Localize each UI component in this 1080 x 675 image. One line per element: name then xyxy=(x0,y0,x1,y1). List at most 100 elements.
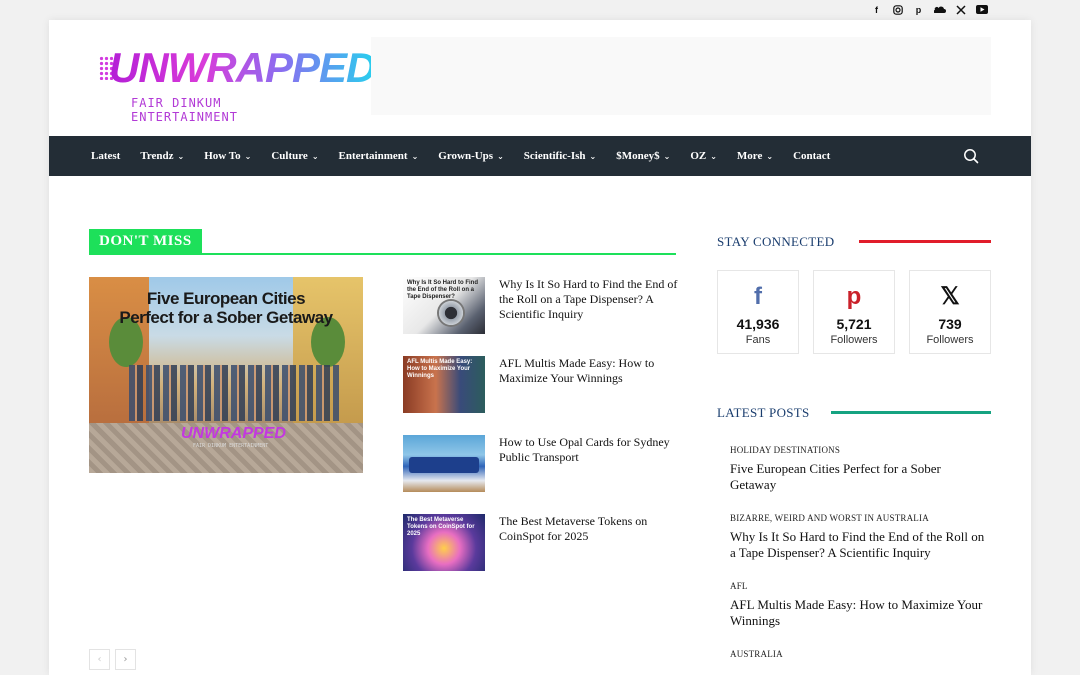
nav-item-culture[interactable]: Culture ⌄ xyxy=(271,150,318,162)
post-thumbnail[interactable]: AFL Multis Made Easy: How to Maximize Yo… xyxy=(403,356,485,413)
top-social-links: f p xyxy=(870,3,988,16)
social-counter-facebook[interactable]: f 41,936 Fans xyxy=(717,270,799,354)
list-item: BIZARRE, WEIRD AND WORST IN AUSTRALIA Why… xyxy=(730,513,990,561)
post-category-link[interactable]: AFL xyxy=(730,581,990,591)
nav-item-scientific-ish[interactable]: Scientific-Ish ⌄ xyxy=(524,150,596,162)
post-thumbnail[interactable]: Why Is It So Hard to Find the End of the… xyxy=(403,277,485,334)
nav-item-trendz[interactable]: Trendz ⌄ xyxy=(140,150,184,162)
pinterest-icon[interactable]: p xyxy=(912,3,925,16)
tape-roll-graphic xyxy=(437,299,465,327)
post-thumbnail[interactable] xyxy=(403,435,485,492)
post-category-link[interactable]: AUSTRALIA xyxy=(730,649,990,659)
nav-item-label: Scientific-Ish xyxy=(523,150,586,162)
chevron-down-icon: ⌄ xyxy=(766,151,774,161)
page-container: UNWRAPPED FAIR DINKUM ENTERTAINMENT Late… xyxy=(49,20,1031,675)
main-nav: Latest Trendz ⌄ How To ⌄ Culture ⌄ Entertainmen… xyxy=(49,136,1031,176)
post-category-link[interactable]: HOLIDAY DESTINATIONS xyxy=(730,445,990,455)
nav-item-label: Latest xyxy=(91,150,121,162)
post-title-link[interactable]: Why Is It So Hard to Find the End of the… xyxy=(730,529,990,561)
nav-item-label: Entertainment xyxy=(338,150,408,162)
post-title-link[interactable]: Why Is It So Hard to Find the End of the… xyxy=(499,277,679,322)
x-icon[interactable] xyxy=(954,3,967,16)
stay-connected-header: STAY CONNECTED xyxy=(717,234,991,252)
post-title-link[interactable]: AFL Multis Made Easy: How to Maximize Yo… xyxy=(499,356,679,386)
hero-crowd xyxy=(129,365,339,421)
next-page-button[interactable]: › xyxy=(115,649,136,670)
dont-miss-label: DON'T MISS xyxy=(89,229,202,253)
logo-tagline: FAIR DINKUM ENTERTAINMENT xyxy=(131,96,238,124)
social-counter-x[interactable]: 𝕏 739 Followers xyxy=(909,270,991,354)
block-pagination: ‹ › xyxy=(89,649,136,670)
facebook-icon[interactable]: f xyxy=(870,3,883,16)
follower-count: 5,721 xyxy=(836,316,872,332)
post-thumbnail[interactable]: The Best Metaverse Tokens on CoinSpot fo… xyxy=(403,514,485,571)
post-category-link[interactable]: BIZARRE, WEIRD AND WORST IN AUSTRALIA xyxy=(730,513,990,523)
chevron-down-icon: ⌄ xyxy=(244,151,252,161)
follower-label: Fans xyxy=(745,334,771,346)
chevron-down-icon: ⌄ xyxy=(177,151,185,161)
nav-item-grown-ups[interactable]: Grown-Ups ⌄ xyxy=(438,150,504,162)
nav-item-label: Contact xyxy=(793,150,831,162)
nav-item-entertainment[interactable]: Entertainment ⌄ xyxy=(339,150,419,162)
nav-item-label: $Money$ xyxy=(616,150,660,162)
follower-count: 41,936 xyxy=(736,316,780,332)
latest-posts-list: HOLIDAY DESTINATIONS Five European Cities… xyxy=(730,445,990,675)
latest-posts-title: LATEST POSTS xyxy=(717,405,820,421)
nav-item-label: Trendz xyxy=(140,150,174,162)
nav-item-how-to[interactable]: How To ⌄ xyxy=(204,150,251,162)
post-title-link[interactable]: How to Use Opal Cards for Sydney Public … xyxy=(499,435,679,465)
thumbnail-caption: AFL Multis Made Easy: How to Maximize Yo… xyxy=(407,359,473,379)
site-logo[interactable]: UNWRAPPED FAIR DINKUM ENTERTAINMENT xyxy=(99,44,376,124)
x-icon: 𝕏 xyxy=(940,283,960,310)
train-graphic xyxy=(409,457,479,473)
dont-miss-post-list: Why Is It So Hard to Find the End of the… xyxy=(403,277,677,593)
thumbnail-caption: The Best Metaverse Tokens on CoinSpot fo… xyxy=(407,517,475,537)
search-icon[interactable] xyxy=(963,148,979,164)
latest-posts-header: LATEST POSTS xyxy=(717,405,991,423)
dont-miss-header: DON'T MISS xyxy=(89,229,676,255)
facebook-icon: f xyxy=(754,283,762,310)
social-counters: f 41,936 Fans p 5,721 Followers 𝕏 739 Followers xyxy=(717,270,991,354)
thumbnail-caption: Why Is It So Hard to Find the End of the… xyxy=(407,280,478,300)
follower-label: Followers xyxy=(926,334,974,346)
featured-image-logo-sub: FAIR DINKUM ENTERTAINMENT xyxy=(193,443,269,449)
chevron-down-icon: ⌄ xyxy=(589,151,597,161)
youtube-icon[interactable] xyxy=(975,3,988,16)
nav-item-contact[interactable]: Contact xyxy=(793,150,830,162)
chevron-down-icon: ⌄ xyxy=(411,151,419,161)
nav-item-label: How To xyxy=(204,150,241,162)
section-accent-bar xyxy=(831,411,991,414)
list-item: Why Is It So Hard to Find the End of the… xyxy=(403,277,677,356)
nav-item-label: Culture xyxy=(271,150,308,162)
featured-image-title: Five European Cities Perfect for a Sober… xyxy=(119,289,333,327)
section-accent-bar xyxy=(859,240,991,243)
prev-page-button[interactable]: ‹ xyxy=(89,649,110,670)
post-title-link[interactable]: The Best Metaverse Tokens on CoinSpot fo… xyxy=(499,514,679,544)
top-bar: f p xyxy=(0,0,1080,20)
follower-count: 739 xyxy=(938,316,962,332)
chevron-down-icon: ⌄ xyxy=(311,151,319,161)
follower-label: Followers xyxy=(830,334,878,346)
nav-item-money[interactable]: $Money$ ⌄ xyxy=(616,150,670,162)
nav-item-label: Grown-Ups xyxy=(438,150,494,162)
section-divider xyxy=(89,253,676,255)
list-item: AFL AFL Multis Made Easy: How to Maximize… xyxy=(730,581,990,629)
nav-item-oz[interactable]: OZ ⌄ xyxy=(690,150,717,162)
nav-menu: Latest Trendz ⌄ How To ⌄ Culture ⌄ Entertainmen… xyxy=(91,136,850,176)
nav-item-more[interactable]: More ⌄ xyxy=(737,150,773,162)
list-item: HOLIDAY DESTINATIONS Five European Cities… xyxy=(730,445,990,493)
social-counter-pinterest[interactable]: p 5,721 Followers xyxy=(813,270,895,354)
soundcloud-icon[interactable] xyxy=(933,3,946,16)
instagram-icon[interactable] xyxy=(891,3,904,16)
nav-item-label: OZ xyxy=(690,150,707,162)
post-title-link[interactable]: Five European Cities Perfect for a Sober… xyxy=(730,461,990,493)
list-item: The Best Metaverse Tokens on CoinSpot fo… xyxy=(403,514,677,593)
logo-wordmark: UNWRAPPED xyxy=(109,44,376,91)
nav-item-latest[interactable]: Latest xyxy=(91,150,120,162)
featured-image-logo: UNWRAPPED xyxy=(181,425,286,442)
list-item: AFL Multis Made Easy: How to Maximize Yo… xyxy=(403,356,677,435)
chevron-down-icon: ⌄ xyxy=(710,151,717,161)
featured-post-image[interactable]: Five European Cities Perfect for a Sober… xyxy=(89,277,363,473)
list-item: How to Use Opal Cards for Sydney Public … xyxy=(403,435,677,514)
post-title-link[interactable]: AFL Multis Made Easy: How to Maximize Yo… xyxy=(730,597,990,629)
